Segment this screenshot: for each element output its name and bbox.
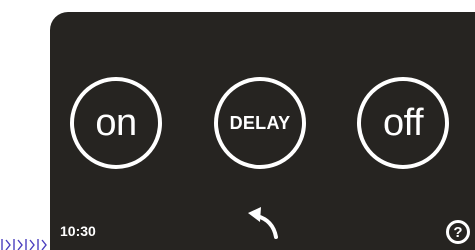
on-button[interactable]: on xyxy=(70,77,162,169)
on-button-label: on xyxy=(95,101,137,144)
help-icon: ? xyxy=(453,223,463,241)
off-button-label: off xyxy=(382,101,424,144)
back-arrow-icon[interactable] xyxy=(244,204,284,240)
help-button[interactable]: ? xyxy=(446,220,470,244)
off-button[interactable]: off xyxy=(357,77,449,169)
delay-button[interactable]: DELAY xyxy=(214,77,306,169)
clock-time: 10:30 xyxy=(60,223,96,239)
device-screen: on DELAY off 10:30 ? xyxy=(50,12,475,250)
delay-button-label: DELAY xyxy=(229,112,291,133)
edge-tick-marks xyxy=(0,238,50,250)
